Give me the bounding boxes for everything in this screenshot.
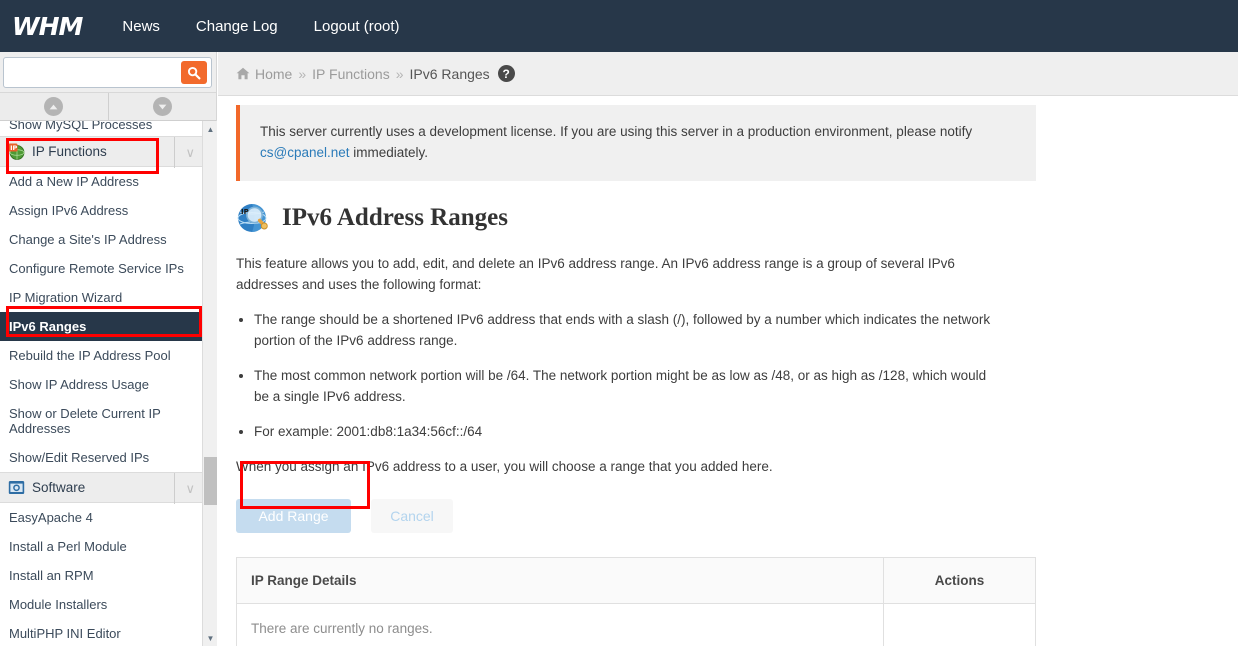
svg-text:IP: IP	[241, 208, 249, 216]
sidebar-item-multiphp-ini-editor[interactable]: MultiPHP INI Editor	[0, 619, 202, 646]
sidebar-item-rebuild-the-ip-address-pool[interactable]: Rebuild the IP Address Pool	[0, 341, 202, 370]
cell-ip-range-details: There are currently no ranges.	[236, 603, 884, 646]
nav-link-logout[interactable]: Logout (root)	[296, 18, 418, 35]
scrollbar-up-arrow[interactable]: ▲	[203, 121, 218, 137]
breadcrumb-separator: »	[298, 65, 307, 82]
sidebar-item-show-ip-address-usage[interactable]: Show IP Address Usage	[0, 370, 202, 399]
scrollbar-thumb[interactable]	[204, 457, 217, 505]
sidebar-item-show-edit-reserved-ips[interactable]: Show/Edit Reserved IPs	[0, 443, 202, 472]
sidebar-group-software[interactable]: Software ∨	[0, 472, 202, 504]
column-header-ip-range-details: IP Range Details	[236, 557, 884, 604]
ip-range-table: IP Range Details Actions There are curre…	[236, 557, 1036, 646]
chevron-up-circle-icon	[44, 97, 64, 116]
cell-actions	[883, 603, 1036, 646]
sidebar-search-area	[0, 52, 216, 93]
sidebar-item-add-a-new-ip-address[interactable]: Add a New IP Address	[0, 167, 202, 196]
chevron-down-icon[interactable]: ∨	[174, 137, 195, 168]
search-icon[interactable]	[181, 61, 207, 84]
scrollbar-down-arrow[interactable]: ▼	[203, 630, 218, 646]
sidebar-item-change-a-site-s-ip-address[interactable]: Change a Site's IP Address	[0, 225, 202, 254]
chevron-down-icon[interactable]: ∨	[174, 473, 195, 504]
cancel-button[interactable]: Cancel	[371, 499, 453, 533]
sidebar-item-install-a-perl-module[interactable]: Install a Perl Module	[0, 532, 202, 561]
blue-monitor-icon	[8, 479, 25, 496]
sidebar-item-install-an-rpm[interactable]: Install an RPM	[0, 561, 202, 590]
format-bullet: The range should be a shortened IPv6 add…	[254, 309, 993, 351]
notice-text-after: immediately.	[349, 145, 429, 160]
format-bullet: For example: 2001:db8:1a34:56cf::/64	[254, 421, 993, 442]
breadcrumb-item-home[interactable]: Home	[255, 66, 292, 82]
table-header-row: IP Range Details Actions	[236, 557, 1036, 604]
expand-all-button[interactable]	[108, 93, 216, 121]
sidebar-item-show-or-delete-current-ip-addresses[interactable]: Show or Delete Current IP Addresses	[0, 399, 202, 443]
home-icon[interactable]	[236, 67, 250, 80]
sidebar-item-assign-ipv6-address[interactable]: Assign IPv6 Address	[0, 196, 202, 225]
sidebar-item-configure-remote-service-ips[interactable]: Configure Remote Service IPs	[0, 254, 202, 283]
format-bullet-list: The range should be a shortened IPv6 add…	[218, 309, 993, 442]
svg-text:IP: IP	[10, 144, 17, 152]
action-button-row: Add Range Cancel	[236, 499, 1238, 533]
ip-globe-magnifier-icon: IP	[236, 201, 270, 235]
sidebar-group-label: Software	[32, 480, 86, 495]
help-icon[interactable]: ?	[497, 65, 515, 82]
support-email-link[interactable]: cs@cpanel.net	[260, 145, 350, 160]
page-title: IPv6 Address Ranges	[282, 204, 508, 231]
page-description: This feature allows you to add, edit, an…	[236, 256, 955, 292]
page-title-row: IP IPv6 Address Ranges	[236, 201, 1238, 235]
chevron-down-circle-icon	[152, 97, 172, 116]
sidebar-scroll-controls	[0, 93, 216, 121]
green-globe-icon: IP	[8, 143, 25, 160]
sidebar-group-label: IP Functions	[32, 144, 107, 159]
breadcrumb-separator: »	[395, 65, 404, 82]
notice-text-before: This server currently uses a development…	[260, 124, 973, 139]
breadcrumb: Home » IP Functions » IPv6 Ranges ?	[218, 52, 1238, 96]
table-body: There are currently no ranges.	[236, 603, 1036, 646]
sidebar-item-ipv6-ranges[interactable]: IPv6 Ranges	[0, 312, 202, 341]
main-content: This server currently uses a development…	[218, 97, 1238, 646]
sidebar-nav-list: Show MySQL Processes IP IP Functions ∨ Add a…	[0, 121, 202, 646]
license-notice: This server currently uses a development…	[236, 105, 1036, 181]
collapse-all-button[interactable]	[0, 93, 109, 121]
top-navbar: WHM News Change Log Logout (root)	[0, 0, 1238, 52]
nav-link-change-log[interactable]: Change Log	[178, 18, 296, 35]
table-row: There are currently no ranges.	[236, 603, 1036, 646]
sidebar-item-module-installers[interactable]: Module Installers	[0, 590, 202, 619]
breadcrumb-item-ipv6-ranges: IPv6 Ranges	[409, 65, 490, 82]
sidebar-item-easyapache-4[interactable]: EasyApache 4	[0, 503, 202, 532]
whm-logo: WHM	[12, 11, 83, 41]
format-bullet: The most common network portion will be …	[254, 365, 993, 407]
nav-link-news[interactable]: News	[104, 18, 178, 35]
column-header-actions: Actions	[883, 557, 1036, 604]
sidebar: Show MySQL Processes IP IP Functions ∨ Add a…	[0, 52, 217, 646]
sidebar-partial-item[interactable]: Show MySQL Processes	[0, 121, 202, 136]
breadcrumb-item-ip-functions[interactable]: IP Functions	[312, 66, 390, 82]
page-closing-text: When you assign an IPv6 address to a use…	[236, 459, 773, 474]
sidebar-item-ip-migration-wizard[interactable]: IP Migration Wizard	[0, 283, 202, 312]
sidebar-scrollbar[interactable]: ▲ ▼	[202, 121, 217, 646]
sidebar-group-ip-functions[interactable]: IP IP Functions ∨	[0, 136, 202, 168]
add-range-button[interactable]: Add Range	[236, 499, 351, 533]
